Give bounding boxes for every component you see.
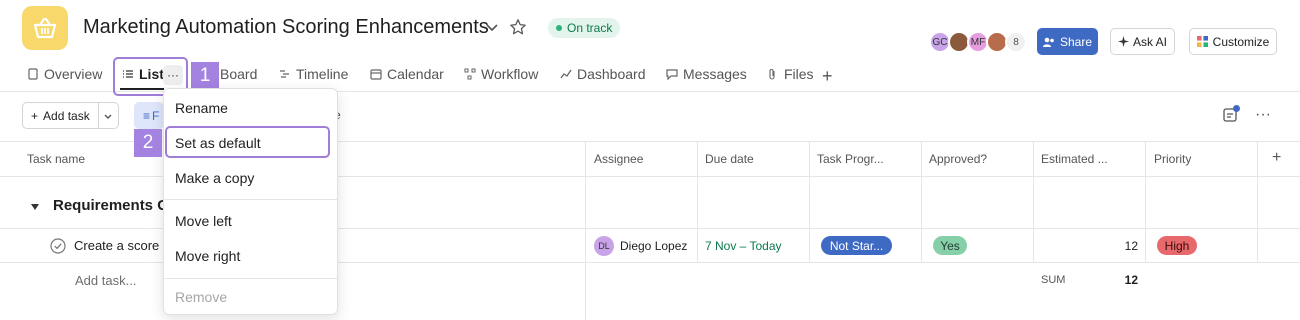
task-progress-badge[interactable]: Not Star... — [821, 236, 892, 255]
column-header-due-date[interactable]: Due date — [705, 152, 754, 166]
member-count[interactable]: 8 — [1005, 31, 1027, 53]
column-header-priority[interactable]: Priority — [1154, 152, 1191, 166]
tab-overview[interactable]: Overview — [27, 66, 102, 82]
column-divider — [921, 141, 922, 262]
tab-label: Files — [784, 66, 814, 82]
column-divider — [697, 141, 698, 262]
notification-dot — [1233, 105, 1240, 112]
workflow-icon — [464, 68, 476, 80]
estimated-value[interactable]: 12 — [1110, 239, 1138, 253]
due-date[interactable]: 7 Nov – Today — [705, 239, 782, 253]
tab-dashboard[interactable]: Dashboard — [560, 66, 646, 82]
menu-item-make-a-copy[interactable]: Make a copy — [175, 170, 254, 186]
star-icon[interactable] — [509, 18, 527, 36]
status-label: On track — [567, 21, 613, 35]
tab-calendar[interactable]: Calendar — [370, 66, 444, 82]
tab-messages[interactable]: Messages — [666, 66, 747, 82]
share-label: Share — [1059, 34, 1093, 49]
step-badge: 1 — [191, 62, 219, 90]
tab-workflow[interactable]: Workflow — [464, 66, 538, 82]
column-header-task-progress[interactable]: Task Progr... — [817, 152, 884, 166]
set-default-highlight — [165, 126, 330, 158]
filter-icon: ≡ — [143, 108, 151, 123]
tab-label: Calendar — [387, 66, 444, 82]
calendar-icon — [370, 69, 382, 80]
step-badge: 2 — [134, 129, 162, 157]
menu-item-move-left[interactable]: Move left — [175, 213, 232, 229]
timeline-icon — [280, 70, 289, 78]
ask-ai-button[interactable]: Ask AI — [1110, 28, 1175, 55]
paperclip-icon — [769, 69, 775, 80]
tab-label: Messages — [683, 66, 747, 82]
menu-item-remove: Remove — [175, 289, 228, 305]
task-name[interactable]: Create a score — [74, 238, 159, 253]
basket-icon — [33, 17, 57, 39]
column-divider — [1145, 141, 1146, 262]
sparkle-icon — [1117, 36, 1129, 47]
filter-button[interactable]: ≡ F — [134, 102, 164, 129]
grid-colors-icon — [1196, 36, 1208, 47]
column-header-estimated[interactable]: Estimated ... — [1041, 152, 1108, 166]
check-circle-icon[interactable] — [50, 238, 66, 254]
people-icon — [1042, 37, 1054, 47]
section-title[interactable]: Requirements G — [53, 197, 169, 214]
add-task-inline[interactable]: Add task... — [75, 273, 136, 288]
column-divider — [1257, 141, 1258, 262]
priority-badge[interactable]: High — [1157, 236, 1197, 255]
add-task-button[interactable]: + Add task — [22, 102, 119, 129]
document-icon — [28, 68, 38, 80]
tab-context-menu: Rename Set as default Make a copy Move l… — [163, 88, 338, 315]
share-button[interactable]: Share — [1037, 28, 1098, 55]
status-dot-icon — [556, 25, 562, 31]
tab-label: Dashboard — [577, 66, 646, 82]
column-header-assignee[interactable]: Assignee — [594, 152, 643, 166]
add-task-label: Add task — [43, 108, 90, 123]
chat-bubble-icon — [666, 69, 678, 80]
menu-item-rename[interactable]: Rename — [175, 100, 228, 116]
tab-files[interactable]: Files — [767, 66, 814, 82]
menu-divider — [164, 278, 337, 279]
caret-down-icon[interactable] — [30, 202, 40, 212]
chevron-down-icon[interactable] — [484, 19, 500, 35]
add-task-dropdown[interactable] — [99, 111, 118, 121]
more-icon[interactable]: ··· — [1255, 106, 1271, 124]
sum-label: SUM — [1041, 274, 1066, 286]
assignee-name[interactable]: Diego Lopez — [620, 239, 687, 253]
column-header-approved[interactable]: Approved? — [929, 152, 987, 166]
column-divider — [1033, 141, 1034, 262]
plus-icon: + — [31, 108, 39, 123]
chevron-down-icon — [104, 114, 112, 119]
project-title[interactable]: Marketing Automation Scoring Enhancement… — [83, 16, 489, 39]
tab-board[interactable]: Board — [220, 66, 257, 82]
tab-label: Overview — [44, 66, 103, 82]
list-tab-more-button[interactable]: ··· — [163, 65, 183, 85]
column-divider — [809, 141, 810, 262]
column-divider — [585, 141, 586, 320]
column-header-task-name[interactable]: Task name — [27, 152, 85, 166]
approved-badge[interactable]: Yes — [933, 236, 967, 255]
tab-timeline[interactable]: Timeline — [279, 66, 348, 82]
tab-label: Timeline — [296, 66, 349, 82]
sum-value: 12 — [1124, 273, 1138, 287]
project-icon[interactable] — [22, 6, 68, 50]
add-column-icon[interactable]: + — [1272, 149, 1281, 167]
menu-divider — [164, 199, 337, 200]
customize-button[interactable]: Customize — [1189, 28, 1277, 55]
ask-ai-label: Ask AI — [1132, 34, 1167, 49]
status-badge[interactable]: On track — [548, 18, 621, 38]
avatar[interactable]: DL — [594, 236, 614, 256]
customize-label: Customize — [1212, 34, 1270, 49]
add-tab-icon[interactable]: + — [822, 66, 833, 87]
chart-line-icon — [560, 69, 572, 79]
tab-label: Workflow — [481, 66, 539, 82]
tab-label: Board — [220, 66, 258, 82]
filter-label: F — [152, 108, 160, 123]
menu-item-move-right[interactable]: Move right — [175, 248, 240, 264]
